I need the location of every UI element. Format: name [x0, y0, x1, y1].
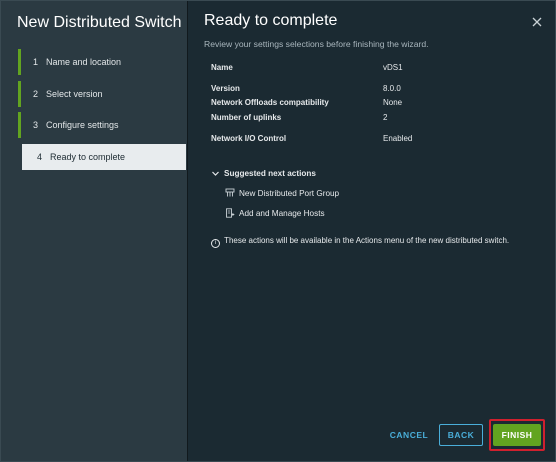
summary-row-network-offloads: Network Offloads compatibility None: [211, 98, 531, 108]
summary-value: 2: [383, 113, 388, 122]
page-title: Ready to complete: [204, 12, 338, 29]
wizard-content: Ready to complete Review your settings s…: [189, 1, 555, 461]
back-button[interactable]: BACK: [439, 424, 483, 446]
summary-label: Name: [211, 63, 233, 72]
step-number: 3: [33, 120, 39, 130]
wizard-steps: 1 Name and location 2 Select version 3 C…: [18, 49, 186, 175]
summary-row-name: Name vDS1: [211, 63, 531, 73]
step-label: Configure settings: [46, 120, 119, 130]
summary-row-network-io-control: Network I/O Control Enabled: [211, 134, 531, 144]
summary-row-version: Version 8.0.0: [211, 84, 531, 94]
step-number: 2: [33, 88, 39, 99]
summary-value: vDS1: [383, 63, 403, 72]
summary-value: None: [383, 98, 403, 107]
actions-info-note: i These actions will be available in the…: [211, 236, 541, 248]
action-new-distributed-port-group[interactable]: New Distributed Port Group: [225, 188, 339, 198]
step-label: Select version: [46, 88, 103, 99]
summary-row-uplinks: Number of uplinks 2: [211, 113, 531, 123]
close-icon[interactable]: [530, 15, 544, 29]
finish-button[interactable]: FINISH: [493, 424, 541, 446]
summary-label: Number of uplinks: [211, 113, 282, 122]
action-label: Add and Manage Hosts: [239, 208, 325, 218]
step-configure-settings[interactable]: 3 Configure settings: [18, 112, 186, 138]
summary-value: 8.0.0: [383, 84, 401, 93]
step-name-and-location[interactable]: 1 Name and location: [18, 49, 186, 75]
step-select-version[interactable]: 2 Select version: [18, 80, 186, 107]
info-icon: i: [211, 239, 220, 248]
suggested-actions-title: Suggested next actions: [224, 169, 316, 178]
step-number: 4: [37, 151, 43, 162]
port-group-icon: [225, 188, 235, 197]
step-number: 1: [33, 57, 39, 67]
summary-label: Version: [211, 84, 240, 93]
step-label: Name and location: [46, 57, 122, 67]
cancel-button[interactable]: CANCEL: [385, 424, 433, 446]
chevron-down-icon: [212, 171, 219, 176]
step-ready-to-complete[interactable]: 4 Ready to complete: [22, 143, 186, 170]
suggested-actions-toggle[interactable]: Suggested next actions: [211, 169, 316, 178]
new-distributed-switch-dialog: New Distributed Switch 1 Name and locati…: [0, 0, 556, 462]
wizard-title: New Distributed Switch: [17, 14, 182, 31]
note-text: These actions will be available in the A…: [224, 236, 510, 245]
manage-hosts-icon: [226, 208, 235, 218]
summary-value: Enabled: [383, 134, 413, 143]
step-label: Ready to complete: [50, 151, 126, 162]
wizard-sidebar: New Distributed Switch 1 Name and locati…: [1, 1, 188, 461]
page-subtitle: Review your settings selections before f…: [204, 39, 429, 49]
summary-label: Network I/O Control: [211, 134, 287, 143]
action-label: New Distributed Port Group: [239, 188, 340, 198]
settings-summary: Name vDS1 Version 8.0.0 Network Offloads…: [211, 63, 531, 144]
summary-label: Network Offloads compatibility: [211, 98, 329, 107]
action-add-and-manage-hosts[interactable]: Add and Manage Hosts: [225, 208, 325, 218]
